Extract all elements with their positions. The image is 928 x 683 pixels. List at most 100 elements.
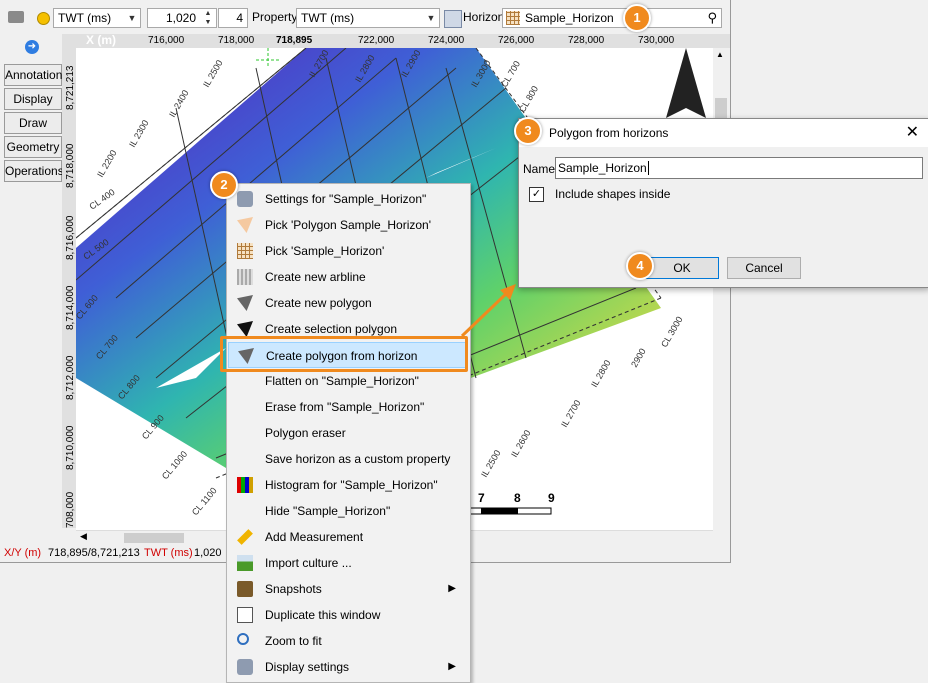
x-axis-title: X (m) <box>86 33 116 47</box>
line-label: IL 2800 <box>589 358 613 389</box>
scale-label: 8 <box>514 491 521 505</box>
callout-arrow <box>460 284 516 338</box>
dialog-title-bar: Polygon from horizons ✕ <box>519 119 928 147</box>
include-shapes-checkbox[interactable]: ✓ <box>529 187 544 202</box>
y-tick: 8,714,000 <box>65 285 76 330</box>
line-label: IL 2500 <box>479 448 503 479</box>
camera-icon <box>237 581 253 597</box>
horizon-select[interactable]: Sample_Horizon ⚲ <box>502 8 722 28</box>
line-label: 2900 <box>629 347 648 369</box>
scroll-up-icon[interactable]: ▲ <box>716 50 724 59</box>
tab-annotation[interactable]: Annotation <box>4 64 62 86</box>
menu-item-import-culture[interactable]: Import culture ... <box>228 550 468 576</box>
duplicate-icon <box>237 607 253 623</box>
tab-geometry[interactable]: Geometry <box>4 136 62 158</box>
y-tick: 8,716,000 <box>65 215 76 260</box>
twt-label: TWT (ms) <box>144 547 193 559</box>
tab-draw[interactable]: Draw <box>4 112 62 134</box>
y-ruler-labels: 8,721,213 8,718,000 8,716,000 8,714,000 … <box>65 65 76 528</box>
menu-item-add-measurement[interactable]: Add Measurement <box>228 524 468 550</box>
menu-item-settings[interactable]: Settings for "Sample_Horizon" <box>228 186 468 212</box>
import-culture-icon <box>237 555 253 571</box>
x-tick: 724,000 <box>428 35 465 46</box>
spinner-arrows-icon[interactable]: ▲ ▼ <box>200 9 216 27</box>
ok-button[interactable]: OK <box>645 257 719 279</box>
xy-value: 718,895/8,721,213 <box>48 547 140 559</box>
scroll-thumb[interactable] <box>124 533 184 543</box>
x-tick: 722,000 <box>358 35 395 46</box>
wrench-icon <box>237 659 253 675</box>
status-dot-icon[interactable] <box>37 12 50 25</box>
search-icon[interactable]: ⚲ <box>707 9 717 27</box>
navigate-icon[interactable]: ➜ <box>25 40 39 54</box>
name-field[interactable]: Sample_Horizon <box>555 157 923 179</box>
y-ruler: 8,721,213 8,718,000 8,716,000 8,714,000 … <box>62 48 76 528</box>
dialog-title: Polygon from horizons <box>549 126 669 140</box>
step-badge-1: 1 <box>623 4 651 32</box>
x-tick: 728,000 <box>568 35 605 46</box>
line-label: CL 3000 <box>659 315 685 349</box>
line-label: IL 2500 <box>201 58 225 89</box>
scale-label: 9 <box>548 491 555 505</box>
x-tick: 726,000 <box>498 35 535 46</box>
chevron-down-icon: ▼ <box>127 13 137 23</box>
name-label: Name <box>523 162 556 176</box>
step-badge-2: 2 <box>210 171 238 199</box>
wrench-icon <box>237 191 253 207</box>
polygon-from-horizons-dialog: Polygon from horizons ✕ Name Sample_Hori… <box>518 118 928 288</box>
line-label: IL 2400 <box>167 88 191 119</box>
north-arrow-icon <box>666 48 706 118</box>
menu-item-new-polygon[interactable]: Create new polygon <box>228 290 468 316</box>
histogram-icon <box>237 477 253 493</box>
menu-item-pick-horizon[interactable]: Pick 'Sample_Horizon' <box>228 238 468 264</box>
depth-value-spinner[interactable]: 1,020 ▲ ▼ <box>147 8 217 28</box>
menu-item-histogram[interactable]: Histogram for "Sample_Horizon" <box>228 472 468 498</box>
scale-label: 7 <box>478 491 485 505</box>
pick-polygon-icon <box>237 217 253 233</box>
y-tick: 8,721,213 <box>65 65 76 110</box>
scale-bar: 7 8 9 <box>465 491 555 515</box>
tab-operations[interactable]: Operations <box>4 160 64 182</box>
xy-label: X/Y (m) <box>4 547 42 559</box>
line-label: IL 2200 <box>95 148 119 179</box>
property-select[interactable]: TWT (ms) ▼ <box>296 8 440 28</box>
close-icon[interactable]: ✕ <box>906 119 919 147</box>
property-select-value: TWT (ms) <box>301 11 355 25</box>
menu-item-snapshots[interactable]: Snapshots ▶ <box>228 576 468 602</box>
include-shapes-label: Include shapes inside <box>555 187 671 201</box>
chevron-right-icon: ▶ <box>448 661 456 672</box>
menu-item-zoom-to-fit[interactable]: Zoom to fit <box>228 628 468 654</box>
polygon-icon <box>237 295 253 311</box>
x-tick: 716,000 <box>148 35 185 46</box>
y-tick: 8,718,000 <box>65 143 76 188</box>
scroll-left-icon[interactable]: ◀ <box>80 531 87 542</box>
line-label: CL 700 <box>499 59 522 89</box>
cancel-button[interactable]: Cancel <box>727 257 801 279</box>
tab-display[interactable]: Display <box>4 88 62 110</box>
zoom-icon <box>237 633 249 645</box>
menu-item-new-arbline[interactable]: Create new arbline <box>228 264 468 290</box>
side-panel: ➜ Annotation Display Draw Geometry Opera… <box>0 34 64 544</box>
line-label: IL 2300 <box>127 118 151 149</box>
domain-select[interactable]: TWT (ms) ▼ <box>53 8 141 28</box>
x-tick-cursor: 718,895 <box>276 35 313 46</box>
menu-item-display-settings[interactable]: Display settings ▶ <box>228 654 468 680</box>
step-input[interactable]: 4 <box>218 8 248 28</box>
horizon-select-value: Sample_Horizon <box>525 11 614 25</box>
horizon-tool-icon[interactable] <box>444 10 462 28</box>
menu-item-save-custom-property[interactable]: Save horizon as a custom property <box>228 446 468 472</box>
camera-icon[interactable] <box>8 11 24 23</box>
toolbar: TWT (ms) ▼ 1,020 ▲ ▼ 4 Property TWT (ms) … <box>0 0 730 35</box>
menu-item-erase[interactable]: Erase from "Sample_Horizon" <box>228 394 468 420</box>
chevron-down-icon: ▼ <box>426 13 436 23</box>
line-label: CL 800 <box>517 84 540 114</box>
arbline-icon <box>237 269 253 285</box>
menu-item-pick-polygon[interactable]: Pick 'Polygon Sample_Horizon' <box>228 212 468 238</box>
line-label: IL 2700 <box>559 398 583 429</box>
step-badge-3: 3 <box>514 117 542 145</box>
menu-item-hide[interactable]: Hide "Sample_Horizon" <box>228 498 468 524</box>
menu-item-duplicate-window[interactable]: Duplicate this window <box>228 602 468 628</box>
selection-polygon-icon <box>237 321 253 337</box>
y-tick: 8,710,000 <box>65 425 76 470</box>
menu-item-polygon-eraser[interactable]: Polygon eraser <box>228 420 468 446</box>
